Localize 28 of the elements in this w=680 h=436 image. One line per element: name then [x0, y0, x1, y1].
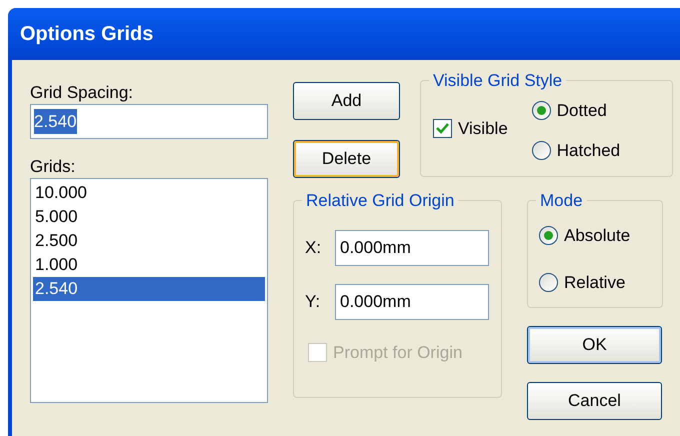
- radio-label[interactable]: Relative: [564, 270, 626, 295]
- radio-label[interactable]: Dotted: [556, 98, 607, 124]
- check-icon: [436, 123, 449, 134]
- coordinate-field[interactable]: 0.000mm: [335, 284, 489, 320]
- radio-label[interactable]: Hatched: [556, 138, 620, 163]
- field-label: Grid Spacing:: [30, 82, 134, 104]
- checkbox-label[interactable]: Visible: [458, 116, 508, 142]
- checkbox[interactable]: [433, 119, 452, 138]
- list-item[interactable]: 2.500: [33, 229, 265, 253]
- radio-label[interactable]: Absolute: [564, 223, 630, 248]
- radio-button[interactable]: [532, 140, 551, 160]
- list-item[interactable]: 2.540: [33, 277, 265, 301]
- coordinate-field[interactable]: 0.000mm: [335, 230, 489, 266]
- coordinate-label: Y:: [305, 291, 322, 314]
- list-item[interactable]: 10.000: [33, 181, 265, 205]
- push-button[interactable]: Cancel: [527, 382, 662, 420]
- push-button[interactable]: Delete: [293, 140, 400, 178]
- spacing-field[interactable]: 2.540: [30, 104, 268, 139]
- radio-button[interactable]: [532, 101, 551, 120]
- radio-button[interactable]: [539, 272, 558, 292]
- window-title: Options Grids: [20, 22, 154, 47]
- push-button[interactable]: OK: [527, 326, 662, 364]
- coordinate-label: X:: [305, 237, 322, 260]
- radio-button[interactable]: [539, 226, 558, 246]
- list-item[interactable]: 1.000: [33, 253, 265, 277]
- list-item[interactable]: 5.000: [33, 205, 265, 229]
- list-label: Grids:: [30, 156, 76, 178]
- push-button[interactable]: Add: [293, 82, 400, 120]
